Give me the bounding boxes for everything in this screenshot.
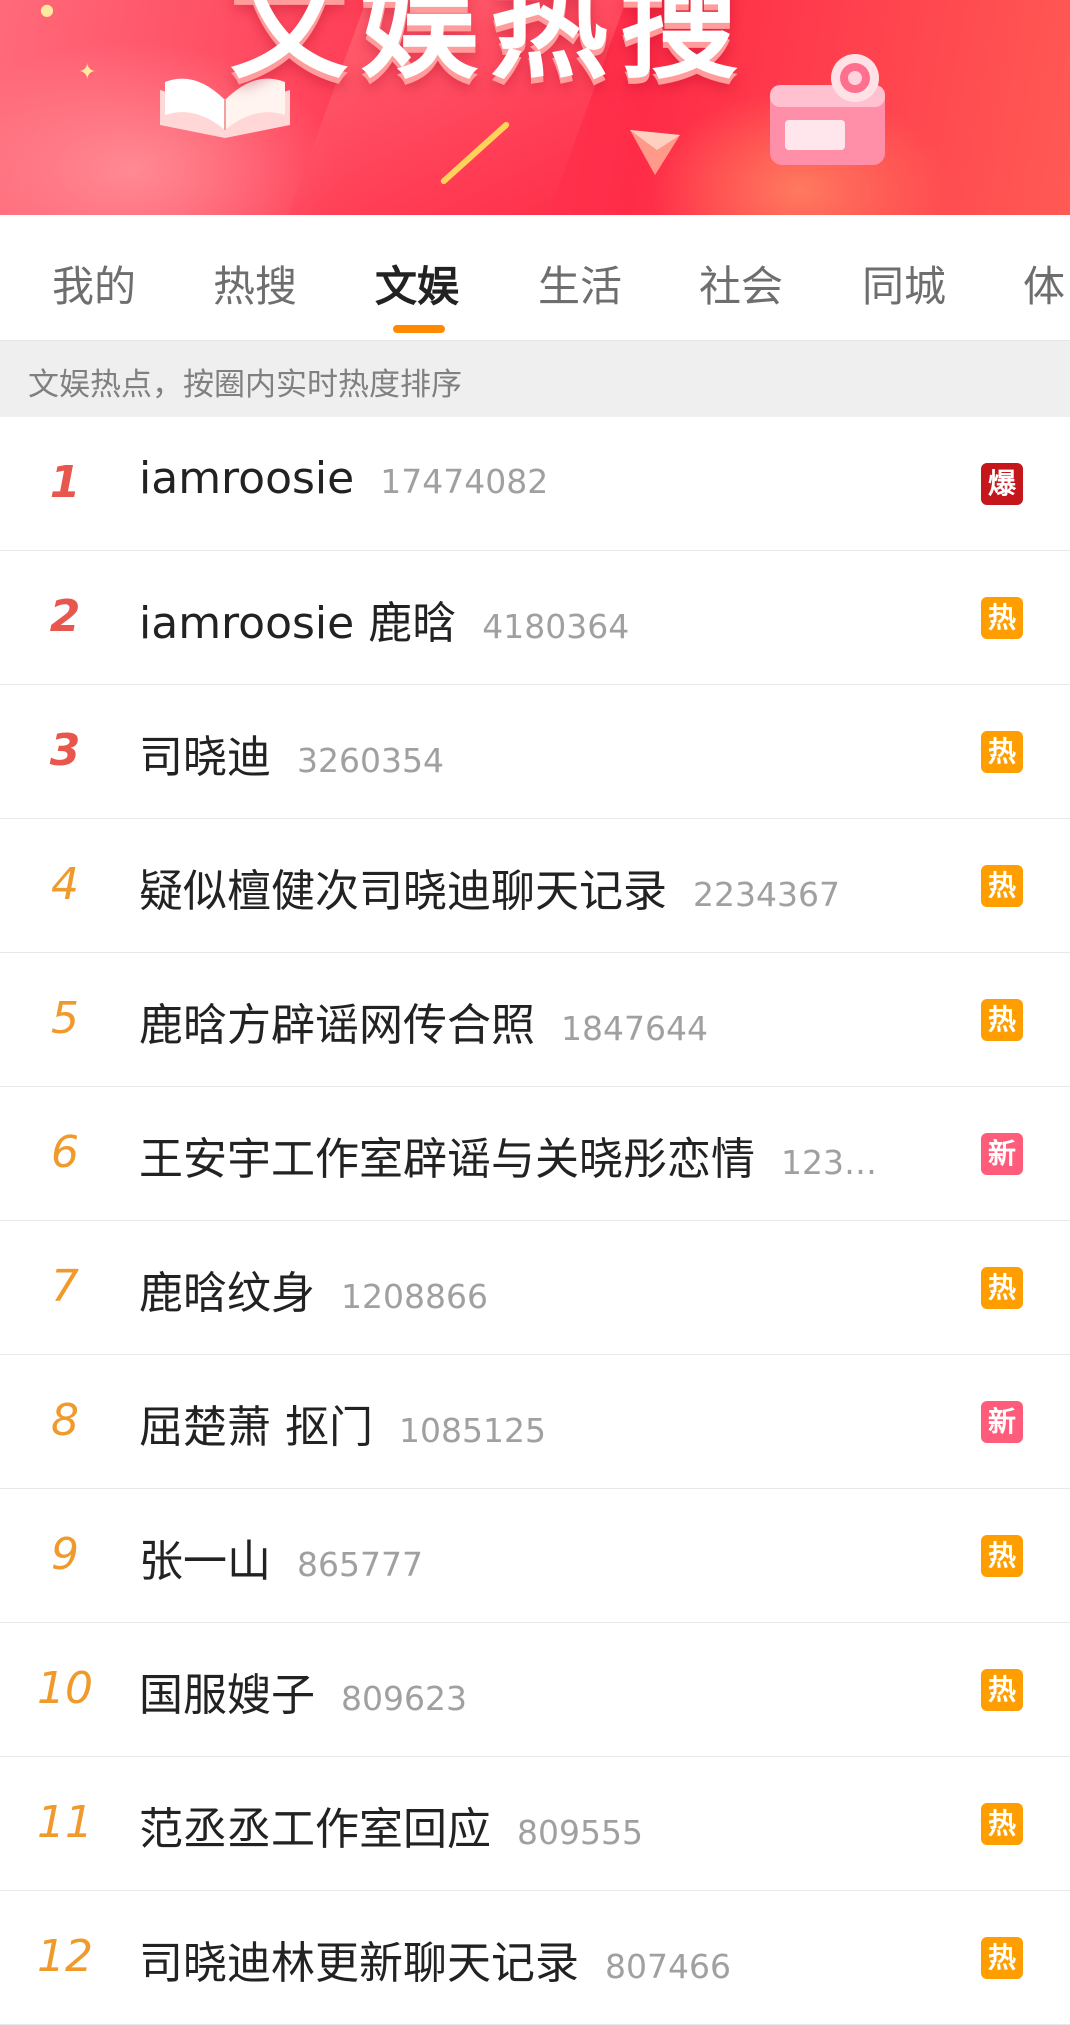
rank-number: 2 bbox=[49, 591, 81, 642]
status-badge: 爆 bbox=[981, 463, 1023, 505]
rank-number: 1 bbox=[49, 457, 81, 508]
tab-sports[interactable]: 体 bbox=[1023, 253, 1065, 314]
rank-number: 7 bbox=[51, 1261, 79, 1312]
status-badge: 新 bbox=[981, 1133, 1023, 1175]
tab-entertainment[interactable]: 文娱 bbox=[375, 253, 459, 314]
item-title: iamroosie bbox=[139, 453, 355, 504]
tab-local[interactable]: 同城 bbox=[862, 253, 946, 314]
rank-number: 3 bbox=[49, 725, 81, 776]
status-badge: 新 bbox=[981, 1401, 1023, 1443]
rank-number: 4 bbox=[51, 859, 79, 910]
notice-text: 文娱热点，按圈内实时热度排序 bbox=[28, 367, 462, 403]
banner-title: 文娱热搜 bbox=[230, 0, 751, 95]
list-item[interactable]: 2 iamroosie 鹿晗 4180364 热 bbox=[0, 551, 1070, 685]
list-item[interactable]: 8 屈楚萧 抠门 1085125 新 bbox=[0, 1355, 1070, 1489]
heat-count: 123… bbox=[781, 1143, 877, 1182]
item-text: iamroosie 鹿晗 4180364 bbox=[139, 587, 940, 651]
triangle-icon bbox=[630, 130, 680, 175]
status-badge: 热 bbox=[981, 1267, 1023, 1309]
tab-society[interactable]: 社会 bbox=[699, 253, 783, 314]
status-badge: 热 bbox=[981, 865, 1023, 907]
item-text: 国服嫂子 809623 bbox=[139, 1659, 940, 1723]
tab-hot-search[interactable]: 热搜 bbox=[213, 253, 297, 314]
status-badge: 热 bbox=[981, 1937, 1023, 1979]
item-title: 司晓迪林更新聊天记录 bbox=[139, 1938, 579, 1989]
rank-number: 8 bbox=[51, 1395, 79, 1446]
heat-count: 807466 bbox=[605, 1947, 731, 1986]
item-title: 王安宇工作室辟谣与关晓彤恋情 bbox=[139, 1134, 755, 1185]
item-text: 疑似檀健次司晓迪聊天记录 2234367 bbox=[139, 855, 940, 919]
item-title: 张一山 bbox=[139, 1536, 271, 1587]
item-text: iamroosie 17474082 bbox=[139, 453, 940, 504]
list-item[interactable]: 7 鹿晗纹身 1208866 热 bbox=[0, 1221, 1070, 1355]
list-item[interactable]: 9 张一山 865777 热 bbox=[0, 1489, 1070, 1623]
item-text: 张一山 865777 bbox=[139, 1525, 940, 1589]
heat-count: 809623 bbox=[341, 1679, 467, 1718]
item-title: 疑似檀健次司晓迪聊天记录 bbox=[139, 866, 667, 917]
item-title: 国服嫂子 bbox=[139, 1670, 315, 1721]
sparkle-icon: ● bbox=[40, 0, 54, 19]
item-text: 范丞丞工作室回应 809555 bbox=[139, 1793, 940, 1857]
status-badge: 热 bbox=[981, 597, 1023, 639]
heat-count: 1208866 bbox=[341, 1277, 488, 1316]
item-title: iamroosie 鹿晗 bbox=[139, 598, 457, 649]
item-text: 王安宇工作室辟谣与关晓彤恋情 123… bbox=[139, 1123, 940, 1187]
status-badge: 热 bbox=[981, 1803, 1023, 1845]
heat-count: 865777 bbox=[297, 1545, 423, 1584]
item-title: 司晓迪 bbox=[139, 732, 271, 783]
list-item[interactable]: 6 王安宇工作室辟谣与关晓彤恋情 123… 新 bbox=[0, 1087, 1070, 1221]
ranking-notice: 文娱热点，按圈内实时热度排序 bbox=[0, 341, 1070, 417]
item-text: 鹿晗方辟谣网传合照 1847644 bbox=[139, 989, 940, 1053]
hero-banner: ✦ ● 文娱热搜 bbox=[0, 0, 1070, 215]
heat-count: 1847644 bbox=[561, 1009, 708, 1048]
item-title: 范丞丞工作室回应 bbox=[139, 1804, 491, 1855]
heat-count: 2234367 bbox=[693, 875, 840, 914]
item-text: 屈楚萧 抠门 1085125 bbox=[139, 1391, 940, 1455]
category-tabs: 我的 热搜 文娱 生活 社会 同城 体 bbox=[0, 215, 1070, 341]
item-title: 鹿晗方辟谣网传合照 bbox=[139, 1000, 535, 1051]
list-item[interactable]: 12 司晓迪林更新聊天记录 807466 热 bbox=[0, 1891, 1070, 2025]
list-item[interactable]: 1 iamroosie 17474082 爆 bbox=[0, 417, 1070, 551]
list-item[interactable]: 3 司晓迪 3260354 热 bbox=[0, 685, 1070, 819]
heat-count: 1085125 bbox=[399, 1411, 546, 1450]
heat-count: 17474082 bbox=[380, 462, 549, 501]
status-badge: 热 bbox=[981, 1535, 1023, 1577]
rank-number: 5 bbox=[51, 993, 79, 1044]
tab-life[interactable]: 生活 bbox=[538, 253, 622, 314]
list-item[interactable]: 5 鹿晗方辟谣网传合照 1847644 热 bbox=[0, 953, 1070, 1087]
sparkle-icon: ✦ bbox=[78, 60, 97, 85]
hot-search-list: 1 iamroosie 17474082 爆 2 iamroosie 鹿晗 4180364 热… bbox=[0, 417, 1070, 2025]
rank-number: 6 bbox=[51, 1127, 79, 1178]
list-item[interactable]: 11 范丞丞工作室回应 809555 热 bbox=[0, 1757, 1070, 1891]
status-badge: 热 bbox=[981, 731, 1023, 773]
rank-number: 12 bbox=[37, 1931, 93, 1982]
item-title: 鹿晗纹身 bbox=[139, 1268, 315, 1319]
active-tab-indicator bbox=[393, 325, 445, 333]
rank-number: 11 bbox=[37, 1797, 93, 1848]
list-item[interactable]: 4 疑似檀健次司晓迪聊天记录 2234367 热 bbox=[0, 819, 1070, 953]
rank-number: 9 bbox=[51, 1529, 79, 1580]
heat-count: 3260354 bbox=[297, 741, 444, 780]
status-badge: 热 bbox=[981, 999, 1023, 1041]
item-text: 鹿晗纹身 1208866 bbox=[139, 1257, 940, 1321]
item-text: 司晓迪 3260354 bbox=[139, 721, 940, 785]
heat-count: 809555 bbox=[517, 1813, 643, 1852]
item-text: 司晓迪林更新聊天记录 807466 bbox=[139, 1927, 940, 1991]
item-title: 屈楚萧 抠门 bbox=[139, 1402, 373, 1453]
heat-count: 4180364 bbox=[482, 607, 630, 646]
tab-mine[interactable]: 我的 bbox=[52, 253, 136, 314]
list-item[interactable]: 10 国服嫂子 809623 热 bbox=[0, 1623, 1070, 1757]
status-badge: 热 bbox=[981, 1669, 1023, 1711]
camera-icon bbox=[770, 54, 885, 165]
rank-number: 10 bbox=[37, 1663, 93, 1714]
